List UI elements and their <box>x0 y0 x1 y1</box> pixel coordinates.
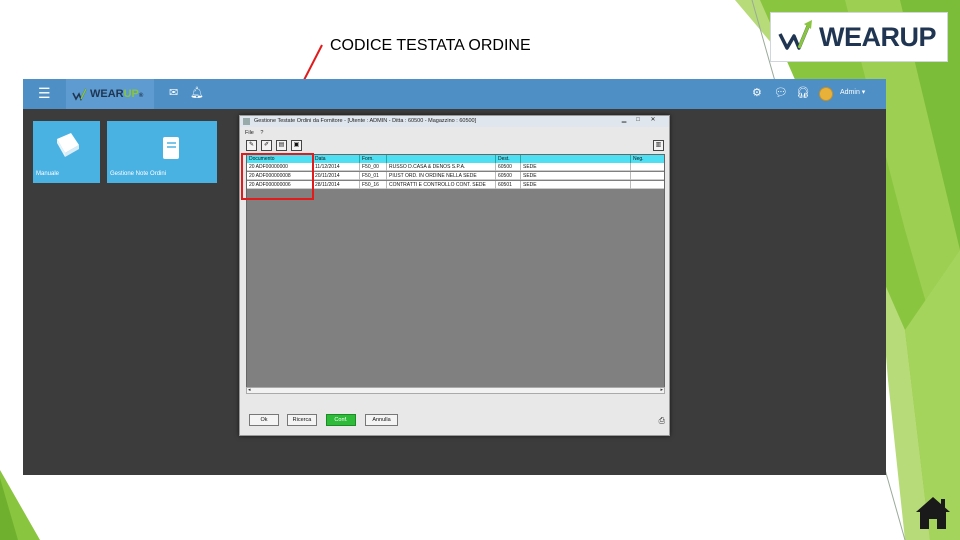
mail-icon[interactable]: ✉ <box>169 86 178 99</box>
bell-icon[interactable]: 🔔︎ <box>190 86 204 99</box>
headset-icon[interactable]: 🎧︎ <box>796 86 810 99</box>
ok-button[interactable]: Ok <box>249 414 279 426</box>
app-screenshot: ☰ WEARUP® ✉ 🔔︎ ⚙ 💬︎ 🎧︎ Admin ▾ Manuale G… <box>23 79 886 475</box>
cell-descrizione: PIUST ORD. IN ORDINE NELLA SEDE <box>387 172 496 180</box>
cell-fornitore: F50_00 <box>360 163 387 171</box>
new-record-icon[interactable]: ✎ <box>246 140 257 151</box>
brand-text-wear: WEAR <box>90 88 124 100</box>
cell-data: 11/12/2014 <box>313 163 360 171</box>
cell-data: 20/11/2014 <box>313 172 360 180</box>
tile-gestione-note-ordini[interactable]: Gestione Note Ordini <box>107 121 217 183</box>
window-titlebar: Gestione Testate Ordini da Fornitore - [… <box>240 116 669 127</box>
cell-neg <box>631 163 664 171</box>
edit-record-icon[interactable]: ✐ <box>261 140 272 151</box>
brand-text-up: UP <box>123 88 139 100</box>
scroll-right-icon[interactable]: ▸ <box>660 387 663 393</box>
col-dest-desc[interactable] <box>521 155 631 163</box>
home-icon[interactable] <box>914 493 952 531</box>
cell-neg <box>631 181 664 189</box>
printer-icon[interactable]: ⎙ <box>659 416 665 426</box>
cell-dest-desc: SEDE <box>521 172 631 180</box>
cell-dest-desc: SEDE <box>521 163 631 171</box>
cell-descrizione: RUSSO D.CASA & DENOS S.P.A. <box>387 163 496 171</box>
col-neg[interactable]: Neg. <box>631 155 664 163</box>
confirm-button[interactable]: Conf. <box>326 414 356 426</box>
app-brand[interactable]: WEARUP® <box>66 79 154 109</box>
maximize-button[interactable]: □ <box>632 116 644 125</box>
cell-fornitore: F50_16 <box>360 181 387 189</box>
col-data[interactable]: Data <box>313 155 360 163</box>
search-button[interactable]: Ricerca <box>287 414 317 426</box>
cell-dest: 60500 <box>496 172 521 180</box>
cell-descrizione: CONTRATTI E CONTROLLO CONT. SEDE <box>387 181 496 189</box>
cell-fornitore: F50_01 <box>360 172 387 180</box>
scroll-left-icon[interactable]: ◂ <box>248 387 251 393</box>
window-menubar: File ? <box>240 128 669 138</box>
col-descrizione[interactable] <box>387 155 496 163</box>
delete-record-icon[interactable]: ▣ <box>291 140 302 151</box>
window-app-icon <box>243 118 250 125</box>
window-toolbar: ✎ ✐ ▤ ▣ ▥ <box>242 139 667 153</box>
tile-label: Gestione Note Ordini <box>110 171 167 177</box>
cell-dest-desc: SEDE <box>521 181 631 189</box>
cell-neg <box>631 172 664 180</box>
view-record-icon[interactable]: ▤ <box>276 140 287 151</box>
grid-options-icon[interactable]: ▥ <box>653 140 664 151</box>
tile-label: Manuale <box>36 171 60 177</box>
tile-manuale[interactable]: Manuale <box>33 121 100 183</box>
col-dest[interactable]: Dest. <box>496 155 521 163</box>
menu-help[interactable]: ? <box>260 130 263 136</box>
brand-text: WEARUP® <box>90 88 143 100</box>
horizontal-scrollbar[interactable]: ◂ ▸ <box>246 387 665 394</box>
notebook-icon <box>163 137 179 159</box>
wearup-logo: WEARUP <box>770 12 948 62</box>
logo-swoosh-icon <box>778 20 812 50</box>
chat-icon[interactable]: 💬︎ <box>774 86 788 99</box>
cell-dest: 60501 <box>496 181 521 189</box>
cell-dest: 60500 <box>496 163 521 171</box>
cancel-button[interactable]: Annulla <box>365 414 398 426</box>
menu-file[interactable]: File <box>245 130 254 136</box>
avatar[interactable] <box>819 87 833 101</box>
cell-data: 28/11/2014 <box>313 181 360 189</box>
brand-swoosh-icon <box>72 88 87 101</box>
highlight-box <box>241 153 314 200</box>
app-topbar: ☰ WEARUP® ✉ 🔔︎ ⚙ 💬︎ 🎧︎ Admin ▾ <box>23 79 886 109</box>
settings-icon[interactable]: ⚙ <box>752 86 762 99</box>
minimize-button[interactable]: ▁ <box>618 116 630 125</box>
brand-text-registered: ® <box>138 93 144 99</box>
logo-text: WEARUP <box>819 21 937 52</box>
book-icon <box>57 133 79 157</box>
slide: CODICE TESTATA ORDINE WEARUP ☰ WEARUP® ✉… <box>0 0 960 540</box>
user-menu[interactable]: Admin ▾ <box>840 88 865 96</box>
close-button[interactable]: ✕ <box>647 116 659 125</box>
col-fornitore[interactable]: Forn. <box>360 155 387 163</box>
window-title: Gestione Testate Ordini da Fornitore - [… <box>254 118 477 124</box>
hamburger-menu-icon[interactable]: ☰ <box>38 85 51 102</box>
